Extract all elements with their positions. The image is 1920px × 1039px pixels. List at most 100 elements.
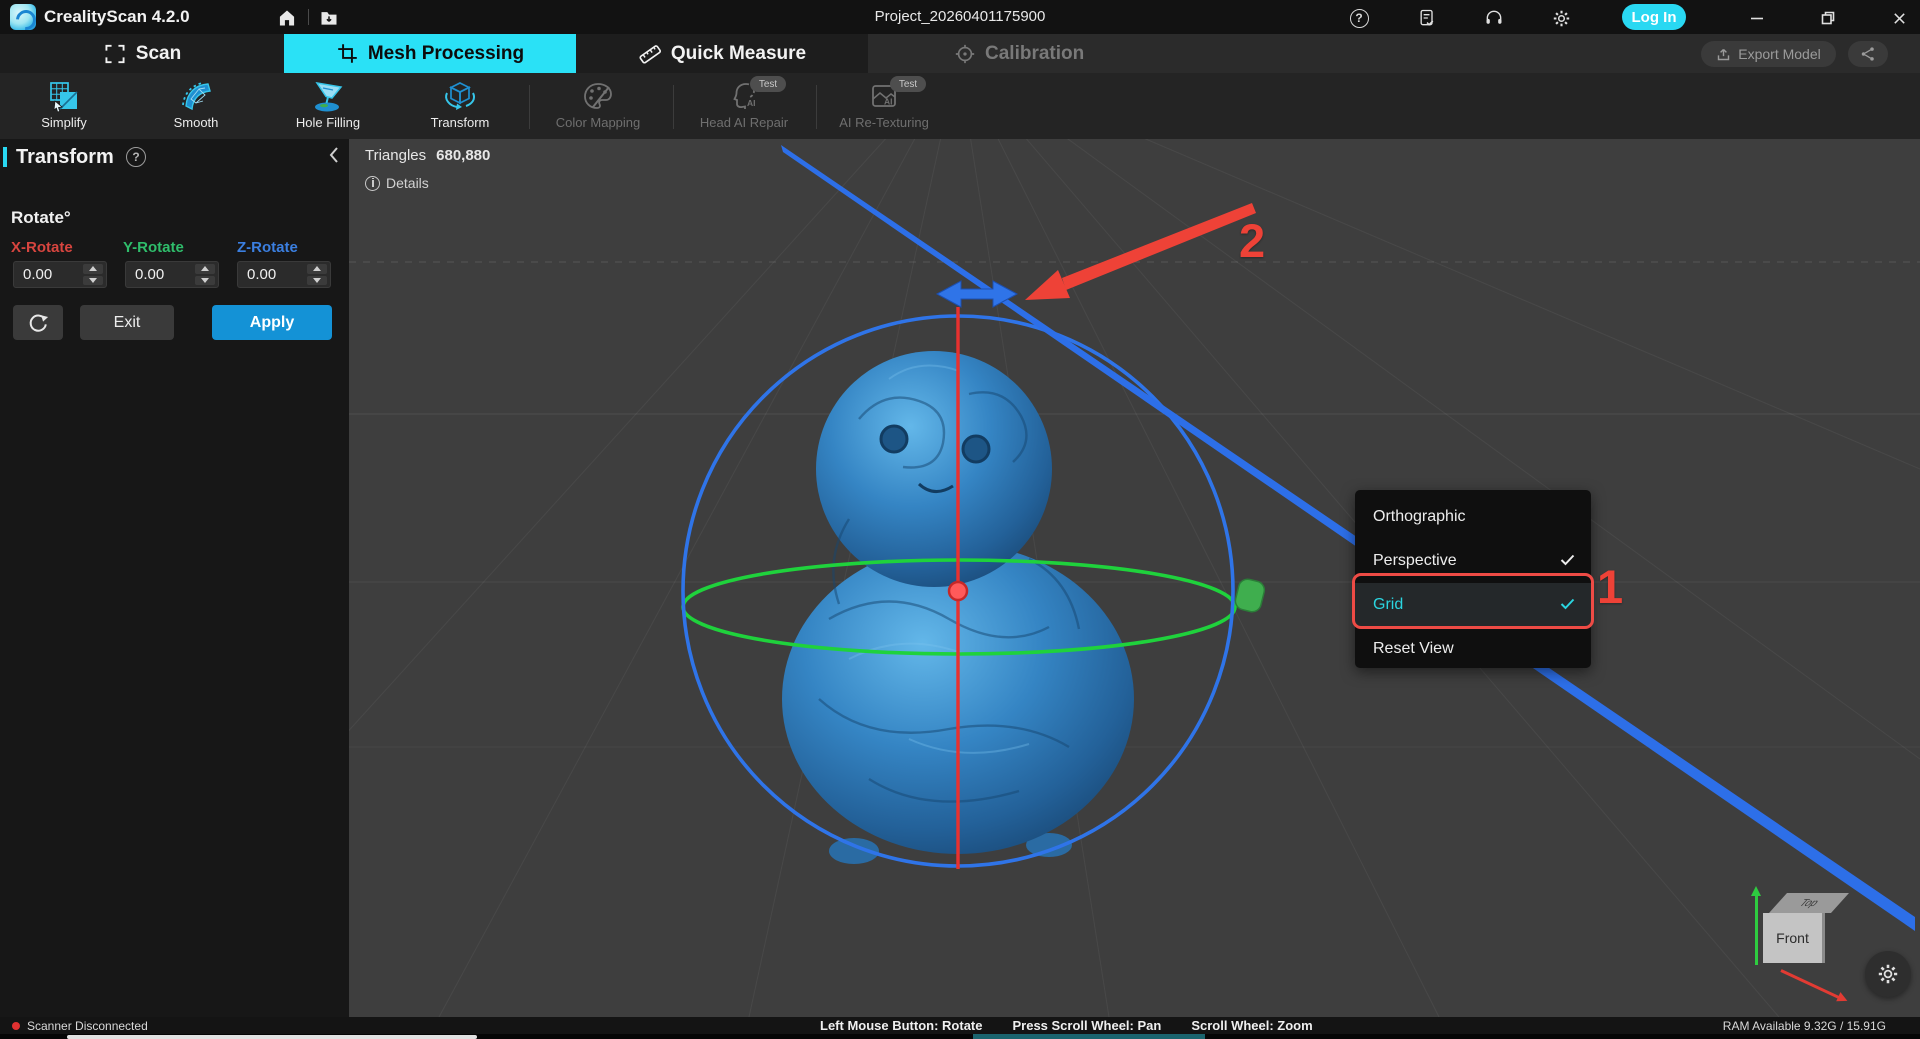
svg-text:AI: AI [747, 98, 756, 108]
tab-scan[interactable]: Scan [0, 34, 284, 73]
taskbar-sliver [0, 1034, 1920, 1039]
viewport-3d[interactable]: Triangles 680,880 Details Orthographic Pe… [349, 139, 1920, 1017]
panel-accent-bar [3, 147, 7, 167]
gear-icon [1551, 8, 1572, 29]
annotation-arrow [1025, 203, 1256, 300]
triangle-down-icon [313, 278, 321, 283]
view-cube[interactable]: Top Front [1747, 883, 1857, 1003]
home-button[interactable] [276, 7, 298, 29]
tool-hole-filling[interactable]: Hole Filling [268, 73, 388, 139]
feedback-button[interactable] [1416, 7, 1438, 29]
y-rotate-stepper [195, 264, 215, 285]
step-down-button[interactable] [307, 276, 327, 286]
tool-color-mapping-label: Color Mapping [556, 115, 641, 130]
app-window: CrealityScan 4.2.0 Project_2026040117590… [0, 0, 1920, 1039]
axis-y-arrow-icon [1755, 895, 1758, 965]
tool-simplify-label: Simplify [41, 115, 87, 130]
ruler-icon [638, 42, 662, 66]
tool-simplify[interactable]: Simplify [4, 73, 124, 139]
support-button[interactable] [1483, 7, 1505, 29]
panel-help-icon[interactable]: ? [126, 147, 146, 167]
restore-icon [1820, 10, 1836, 26]
scene-3d [349, 139, 1920, 1017]
headset-icon [1484, 8, 1504, 28]
tool-ai-retexturing[interactable]: AI AI Re-Texturing Test [824, 73, 944, 139]
menu-item-reset-view[interactable]: Reset View [1355, 627, 1591, 671]
tab-scan-label: Scan [136, 43, 181, 65]
hint-zoom: Scroll Wheel: Zoom [1191, 1018, 1312, 1033]
info-icon [365, 176, 380, 191]
settings-button[interactable] [1550, 7, 1572, 29]
step-up-button[interactable] [307, 264, 327, 274]
minimize-icon [1749, 10, 1765, 26]
rotate-section-title: Rotate° [11, 208, 71, 228]
x-rotate-stepper [83, 264, 103, 285]
x-rotate-field [13, 261, 107, 288]
calibration-strip: Calibration Export Model [868, 34, 1920, 73]
apply-button[interactable]: Apply [212, 305, 332, 340]
triangles-label: Triangles [365, 147, 426, 164]
annotation-step-1: 1 [1597, 559, 1623, 614]
step-up-button[interactable] [83, 264, 103, 274]
reset-rotation-button[interactable] [13, 305, 63, 340]
toolbar-separator [673, 85, 674, 129]
taskbar-highlight [67, 1035, 477, 1039]
tab-mesh-processing-label: Mesh Processing [368, 43, 524, 65]
scanner-status: Scanner Disconnected [12, 1017, 148, 1034]
mode-tab-bar: Scan Mesh Processing Quick Measure [0, 34, 1920, 73]
viewport-settings-button[interactable] [1865, 951, 1911, 997]
app-title: CrealityScan 4.2.0 [44, 7, 190, 27]
view-cube-top-face[interactable]: Top [1769, 893, 1849, 913]
triangles-readout: Triangles 680,880 [365, 147, 490, 164]
panel-collapse-chevron-icon[interactable] [328, 145, 344, 167]
view-cube-front-face[interactable]: Front [1763, 913, 1825, 963]
help-icon: ? [1350, 9, 1369, 28]
app-logo-icon [10, 4, 36, 30]
tool-transform[interactable]: Transform [400, 73, 520, 139]
annotation-highlight-box [1352, 573, 1594, 629]
ram-indicator: RAM Available 9.32G / 15.91G [1723, 1017, 1886, 1034]
tab-quick-measure[interactable]: Quick Measure [576, 34, 868, 73]
menu-item-label: Perspective [1373, 552, 1457, 570]
simplify-icon [47, 73, 81, 113]
color-mapping-icon [581, 73, 615, 113]
annotation-step-2: 2 [1239, 213, 1265, 268]
share-icon [1860, 46, 1876, 62]
transform-panel: Transform ? Rotate° X-Rotate Y-Rotate Z-… [0, 139, 349, 1017]
triangles-value: 680,880 [436, 147, 490, 164]
login-button[interactable]: Log In [1622, 4, 1686, 30]
share-button[interactable] [1848, 41, 1888, 67]
details-label: Details [386, 175, 429, 191]
step-up-button[interactable] [195, 264, 215, 274]
step-down-button[interactable] [195, 276, 215, 286]
tool-head-ai-repair[interactable]: AI Head AI Repair Test [684, 73, 804, 139]
export-icon [1716, 47, 1731, 62]
step-down-button[interactable] [83, 276, 103, 286]
tab-calibration[interactable]: Calibration [954, 34, 1084, 73]
open-project-button[interactable] [318, 7, 340, 29]
menu-item-label: Orthographic [1373, 508, 1466, 526]
help-button[interactable]: ? [1348, 7, 1370, 29]
tool-hole-filling-label: Hole Filling [296, 115, 360, 130]
test-badge: Test [750, 76, 786, 92]
svg-text:AI: AI [884, 97, 893, 107]
hole-filling-icon [311, 73, 345, 113]
mesh-toolbar: Simplify Smooth [0, 73, 1920, 139]
tab-mesh-processing[interactable]: Mesh Processing [284, 34, 576, 73]
minimize-button[interactable] [1746, 7, 1768, 29]
export-model-label: Export Model [1738, 46, 1820, 62]
triangle-up-icon [313, 266, 321, 271]
gizmo-center-handle [949, 582, 967, 600]
maximize-button[interactable] [1817, 7, 1839, 29]
menu-item-orthographic[interactable]: Orthographic [1355, 495, 1591, 539]
z-rotate-stepper [307, 264, 327, 285]
tool-color-mapping[interactable]: Color Mapping [538, 73, 658, 139]
tool-smooth[interactable]: Smooth [136, 73, 256, 139]
export-model-button[interactable]: Export Model [1701, 41, 1836, 67]
close-button[interactable] [1888, 7, 1910, 29]
title-bar: CrealityScan 4.2.0 Project_2026040117590… [0, 0, 1920, 34]
details-toggle[interactable]: Details [365, 175, 429, 191]
exit-button[interactable]: Exit [80, 305, 174, 340]
folder-import-icon [319, 8, 339, 28]
triangle-down-icon [89, 278, 97, 283]
